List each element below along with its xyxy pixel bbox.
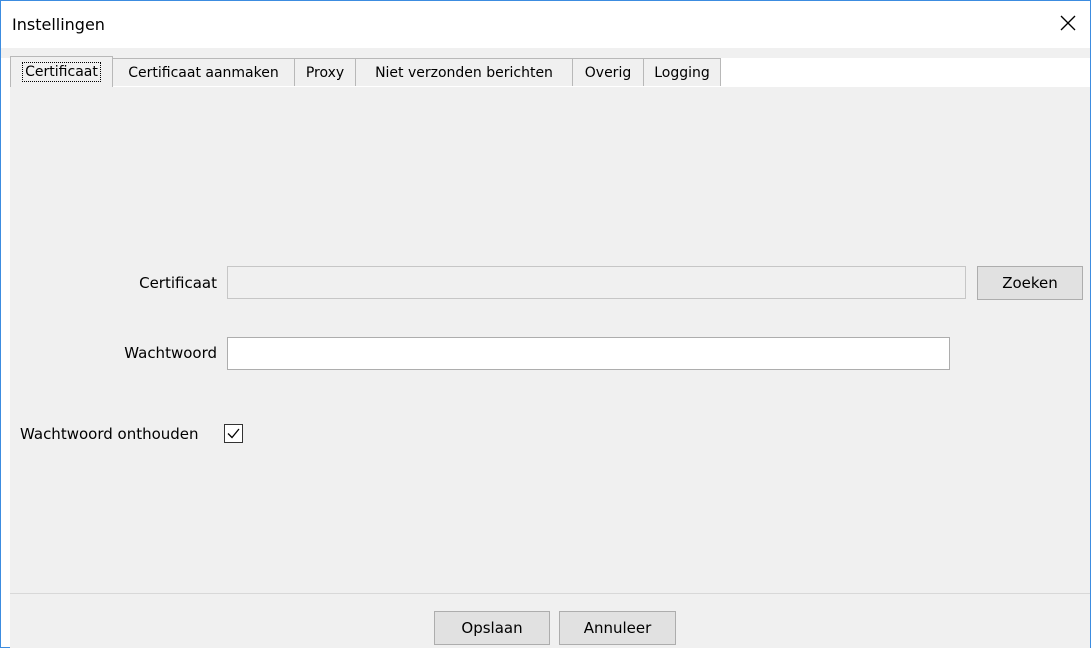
window-title: Instellingen: [12, 15, 105, 34]
settings-dialog: Instellingen Certificaat Certificaat aan…: [0, 0, 1091, 648]
tab-label: Certificaat: [22, 62, 101, 82]
tab-label: Niet verzonden berichten: [375, 64, 553, 81]
tab-niet-verzonden-berichten[interactable]: Niet verzonden berichten: [355, 58, 573, 86]
tab-logging[interactable]: Logging: [643, 58, 721, 86]
checkmark-icon: [227, 428, 240, 439]
remember-password-label: Wachtwoord onthouden: [20, 425, 199, 443]
left-edge: [1, 87, 10, 647]
tab-label: Certificaat aanmaken: [128, 64, 279, 81]
close-icon: [1060, 15, 1076, 31]
search-button[interactable]: Zoeken: [977, 266, 1083, 300]
tab-proxy[interactable]: Proxy: [294, 58, 356, 86]
tab-bar: Certificaat Certificaat aanmaken Proxy N…: [1, 56, 1090, 88]
tab-overig[interactable]: Overig: [572, 58, 644, 86]
tab-label: Overig: [584, 64, 632, 81]
title-bar: Instellingen: [1, 1, 1090, 48]
cancel-button[interactable]: Annuleer: [559, 611, 676, 645]
remember-password-checkbox[interactable]: [224, 424, 243, 443]
close-button[interactable]: [1056, 11, 1080, 35]
tab-panel-certificaat: Certificaat Zoeken Wachtwoord Wachtwoord…: [10, 87, 1090, 593]
certificate-label: Certificaat: [139, 274, 217, 292]
certificate-field[interactable]: [227, 266, 966, 299]
tab-label: Proxy: [305, 64, 345, 81]
tab-certificaat[interactable]: Certificaat: [10, 56, 113, 87]
password-label: Wachtwoord: [124, 344, 217, 362]
tab-label: Logging: [654, 64, 710, 81]
button-bar: Opslaan Annuleer: [10, 593, 1090, 648]
save-button[interactable]: Opslaan: [434, 611, 550, 645]
password-field[interactable]: [227, 337, 950, 370]
tab-certificaat-aanmaken[interactable]: Certificaat aanmaken: [112, 58, 295, 86]
